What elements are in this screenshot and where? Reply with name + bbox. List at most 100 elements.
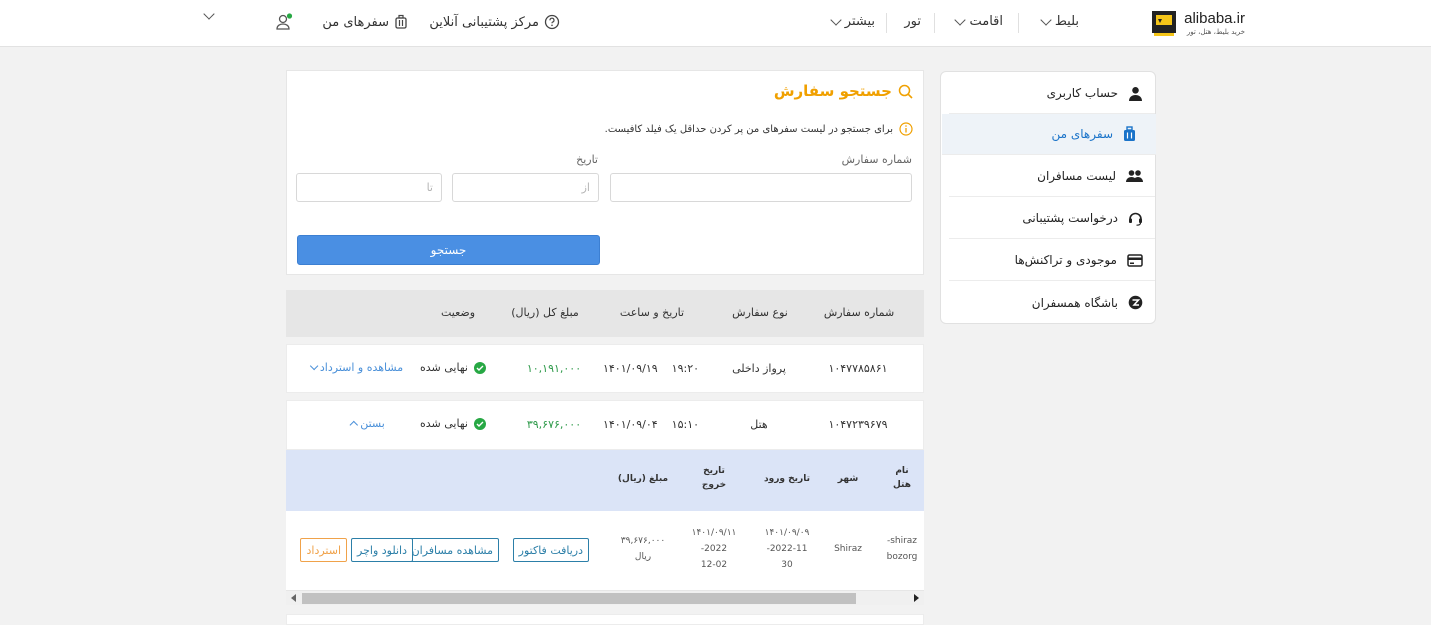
column-header: نام هتل xyxy=(893,466,911,490)
column-header: شماره سفارش xyxy=(823,306,895,319)
checkout-date: ۱۴۰۱/۰۹/۱۱ 2022- 12-02 xyxy=(691,528,737,570)
date-label: تاریخ xyxy=(576,153,598,166)
order-number: ۱۰۴۷۲۳۹۶۷۹ xyxy=(828,418,888,431)
sidebar-item-account[interactable]: حساب کاربری xyxy=(949,73,1155,114)
chevron-up-icon xyxy=(349,420,359,430)
order-datetime: ۱۹:۲۰ ۱۴۰۱/۰۹/۱۹ xyxy=(603,362,699,375)
view-refund-label: مشاهده و استرداد xyxy=(319,361,404,374)
column-header: تاریخ و ساعت xyxy=(619,306,685,319)
support-icon xyxy=(544,14,560,30)
nav-my-trips-label: سفرهای من xyxy=(322,14,389,30)
order-datetime: ۱۵:۱۰ ۱۴۰۱/۰۹/۰۴ xyxy=(603,418,699,431)
chevron-down-icon xyxy=(203,8,215,20)
nav-stay[interactable]: اقامت xyxy=(954,13,1003,29)
chevron-down-icon xyxy=(830,13,842,26)
hotel-details-row: shiraz- bozorg Shiraz ۱۴۰۱/۰۹/۰۹ 2022-11… xyxy=(286,511,924,591)
status-text: نهایی شده xyxy=(420,417,468,430)
date-from-input[interactable] xyxy=(452,173,599,202)
order-date: ۱۴۰۱/۰۹/۱۹ xyxy=(602,362,658,375)
user-menu-toggle[interactable] xyxy=(203,8,215,20)
order-number-label: شماره سفارش xyxy=(841,153,912,166)
table-row: ۱۰۴۷۲۳۹۶۷۹ هتل ۱۵:۱۰ ۱۴۰۱/۰۹/۰۴ ۳۹,۶۷۶,۰… xyxy=(286,400,924,450)
sidebar-item-label: باشگاه همسفران xyxy=(1031,295,1118,310)
hotel-name: shiraz- bozorg xyxy=(886,536,918,562)
search-hint: برای جستجو در لیست سفرهای من پر کردن حدا… xyxy=(605,122,913,136)
nav-stay-label: اقامت xyxy=(969,14,1003,29)
nav-my-trips[interactable]: سفرهای من xyxy=(322,14,408,30)
suitcase-icon xyxy=(1123,126,1136,142)
status-badge: نهایی شده xyxy=(420,417,486,430)
check-circle-icon xyxy=(473,361,486,374)
chevron-down-icon xyxy=(309,361,319,370)
view-refund-link[interactable]: مشاهده و استرداد xyxy=(309,361,404,374)
column-header: نوع سفارش xyxy=(732,306,788,319)
column-header: تاریخ خروج xyxy=(701,466,727,490)
sidebar-item-support[interactable]: درخواست پشتیبانی xyxy=(949,198,1155,239)
sidebar-item-passengers[interactable]: لیست مسافران xyxy=(949,156,1155,197)
date-to-input[interactable] xyxy=(296,173,442,202)
close-details-label: بستن xyxy=(360,417,385,430)
column-header: شهر xyxy=(837,474,859,484)
scroll-right-icon[interactable] xyxy=(914,594,919,602)
refund-button[interactable]: استرداد xyxy=(300,538,347,562)
nav-ticket[interactable]: بلیط xyxy=(1040,13,1079,29)
order-amount: ۳۹,۶۷۶,۰۰۰ xyxy=(526,418,582,431)
sidebar-item-my-trips[interactable]: سفرهای من xyxy=(942,114,1156,155)
nav-more-label: بیشتر xyxy=(844,14,875,29)
order-search-card: جستجو سفارش برای جستجو در لیست سفرهای من… xyxy=(286,70,924,275)
sidebar-item-club[interactable]: باشگاه همسفران xyxy=(949,282,1155,323)
nav-tour[interactable]: تور xyxy=(904,14,921,29)
orders-table-header: شماره سفارش نوع سفارش تاریخ و ساعت مبلغ … xyxy=(286,290,924,337)
sidebar-item-label: سفرهای من xyxy=(1051,127,1114,141)
card-icon xyxy=(1127,253,1143,267)
info-icon xyxy=(899,122,913,136)
order-type: هتل xyxy=(750,418,768,431)
search-title: جستجو سفارش xyxy=(774,82,913,100)
column-header: مبلغ (ریال) xyxy=(617,474,669,484)
order-number-input[interactable] xyxy=(610,173,912,202)
column-header: مبلغ کل (ریال) xyxy=(511,306,579,319)
scrollbar-thumb[interactable] xyxy=(302,593,856,604)
sidebar-item-wallet[interactable]: موجودی و تراکنش‌ها xyxy=(949,240,1155,281)
order-time: ۱۹:۲۰ xyxy=(671,362,700,375)
nav-tour-label: تور xyxy=(904,14,921,29)
suitcase-icon xyxy=(394,14,408,30)
close-details-link[interactable]: بستن xyxy=(349,417,385,430)
user-menu[interactable] xyxy=(275,13,293,31)
column-header: وضعیت xyxy=(440,306,476,319)
horizontal-scrollbar[interactable] xyxy=(286,590,924,605)
order-time: ۱۵:۱۰ xyxy=(671,418,700,431)
hotel-city: Shiraz xyxy=(834,544,862,554)
scroll-left-icon[interactable] xyxy=(291,594,296,602)
headset-icon xyxy=(1128,211,1143,226)
search-button[interactable]: جستجو xyxy=(297,235,600,265)
nav-support[interactable]: مرکز پشتیبانی آنلاین xyxy=(429,14,560,30)
hotel-details-header: نام هتل شهر تاریخ ورود تاریخ خروج مبلغ (… xyxy=(286,450,924,511)
download-voucher-button[interactable]: دانلود واچر xyxy=(351,538,413,562)
get-invoice-button[interactable]: دریافت فاکتور xyxy=(512,538,589,562)
order-date: ۱۴۰۱/۰۹/۰۴ xyxy=(602,418,658,431)
nav-support-label: مرکز پشتیبانی آنلاین xyxy=(429,14,539,30)
order-type: پرواز داخلی xyxy=(732,362,786,375)
sidebar-item-label: حساب کاربری xyxy=(1046,86,1118,100)
sidebar-item-label: موجودی و تراکنش‌ها xyxy=(1014,253,1117,267)
account-sidebar: حساب کاربری سفرهای من لیست مسافران درخوا… xyxy=(940,71,1156,324)
next-order-row xyxy=(286,614,924,625)
view-passengers-button[interactable]: مشاهده مسافران xyxy=(405,538,499,562)
users-icon xyxy=(1126,169,1143,183)
search-icon xyxy=(898,84,913,99)
check-circle-icon xyxy=(473,417,486,430)
logo[interactable]: alibaba.ir خرید بلیط، هتل، تور xyxy=(1148,8,1245,38)
order-amount: ۱۰,۱۹۱,۰۰۰ xyxy=(526,362,582,375)
search-hint-text: برای جستجو در لیست سفرهای من پر کردن حدا… xyxy=(604,123,893,135)
checkin-date: ۱۴۰۱/۰۹/۰۹ 2022-11- 30 xyxy=(764,528,810,570)
sidebar-item-label: لیست مسافران xyxy=(1037,169,1116,183)
chevron-down-icon xyxy=(954,13,967,26)
logo-brand: alibaba.ir xyxy=(1184,9,1245,27)
nav-ticket-label: بلیط xyxy=(1054,14,1079,29)
user-icon xyxy=(1128,86,1143,101)
nav-more[interactable]: بیشتر xyxy=(830,13,875,29)
status-badge: نهایی شده xyxy=(420,361,486,374)
logo-tagline: خرید بلیط، هتل، تور xyxy=(1186,27,1245,36)
user-icon xyxy=(275,13,293,31)
